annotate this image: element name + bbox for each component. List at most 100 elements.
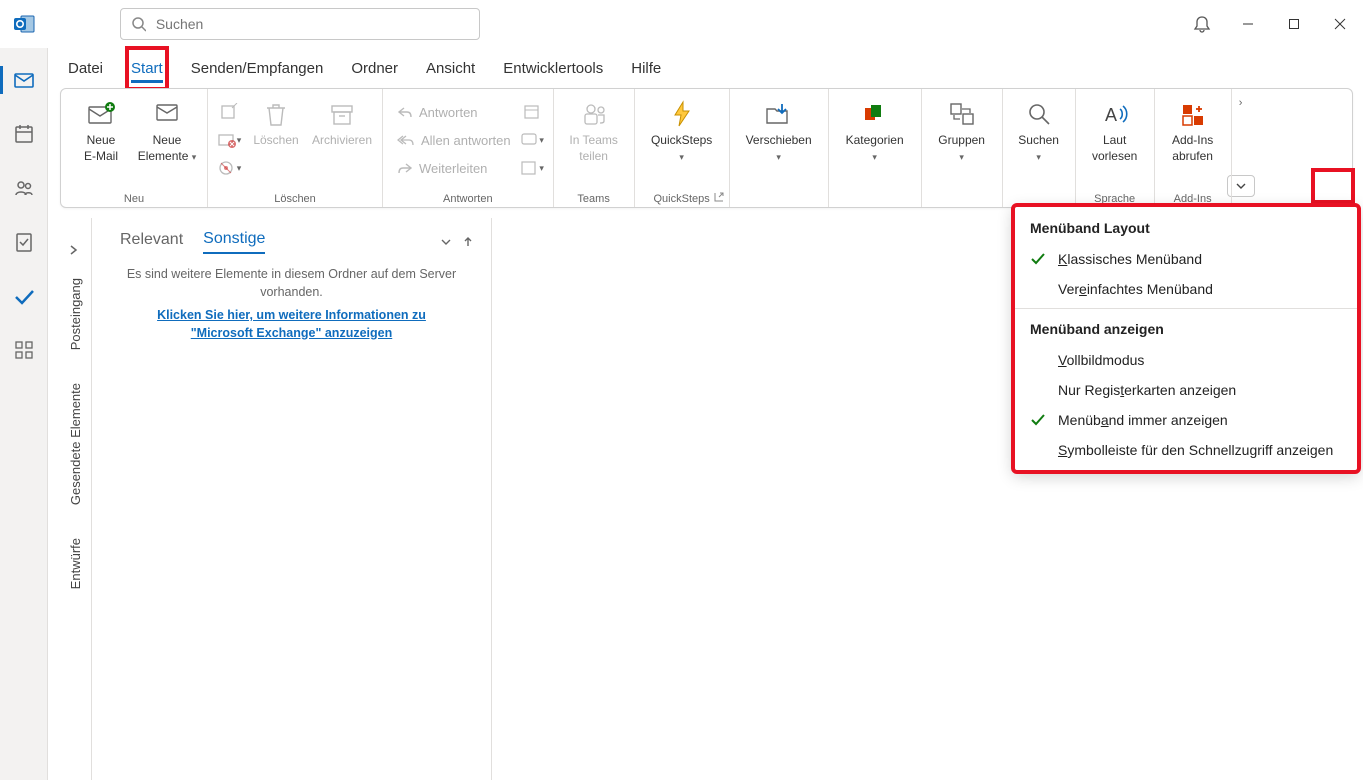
reply-icon [397,105,413,119]
verschieben-button[interactable]: Verschieben▾ [738,93,820,183]
nav-mail[interactable] [0,56,48,104]
ribbon-display-options-menu: Menüband Layout Klassisches Menüband Ver… [1013,205,1359,472]
search-box[interactable] [120,8,480,40]
search-input[interactable] [156,16,469,32]
check-icon [1030,252,1050,266]
reply-button[interactable]: Antworten [391,99,517,125]
delete-button[interactable]: Löschen [244,93,308,183]
archive-label: Archivieren [312,133,372,149]
tab-hilfe[interactable]: Hilfe [631,52,661,85]
archive-button[interactable]: Archivieren [310,93,374,183]
folder-drafts[interactable]: Entwürfe [68,538,83,589]
tab-ansicht[interactable]: Ansicht [426,52,475,85]
tab-start[interactable]: Start [131,52,163,85]
new-email-button[interactable]: Neue E-Mail [69,93,133,183]
verschieben-icon [764,97,794,131]
check-icon [1030,413,1050,427]
kategorien-button[interactable]: Kategorien▾ [837,93,913,183]
tab-ordner[interactable]: Ordner [351,52,398,85]
teams-icon [580,97,608,131]
tab-senden-empfangen[interactable]: Senden/Empfangen [191,52,324,85]
menu-item-tabs-only[interactable]: Nur Registerkarten anzeigen [1014,375,1358,405]
verschieben-label: Verschieben [746,133,812,147]
ribbon-group-kategorien: Kategorien▾ . [829,89,922,207]
search-icon [131,16,146,32]
folder-inbox[interactable]: Posteingang [68,278,83,350]
nav-tasks[interactable] [0,218,48,266]
gruppen-button[interactable]: Gruppen▾ [930,93,994,183]
ribbon-group-loeschen: ▾ ▾ Löschen Archivieren Löschen [208,89,383,207]
kategorien-icon [861,97,889,131]
menu-item-classic-ribbon[interactable]: Klassisches Menüband [1014,244,1358,274]
left-nav-rail [0,48,48,780]
new-email-icon [86,97,116,131]
menu-header-show: Menüband anzeigen [1014,313,1358,345]
cleanup-button[interactable]: ▾ [216,127,242,153]
expand-folders-button[interactable] [68,244,80,256]
ribbon-group-antworten: Antworten Allen antworten Weiterleiten ▾… [383,89,554,207]
tab-datei[interactable]: Datei [68,52,103,85]
minimize-button[interactable] [1225,0,1271,48]
filter-button[interactable] [439,235,453,249]
new-email-label: Neue E-Mail [84,133,118,164]
suchen-button[interactable]: Suchen▾ [1011,93,1067,183]
window-controls [1179,0,1363,48]
new-items-button[interactable]: Neue Elemente ▾ [135,93,199,183]
notifications-button[interactable] [1179,0,1225,48]
group-label-neu: Neu [124,191,144,205]
message-list-pane: Relevant Sonstige Es sind weitere Elemen… [92,218,492,780]
im-reply-button[interactable]: ▾ [519,127,545,153]
svg-text:A: A [1105,105,1117,125]
ribbon-group-quicksteps: QuickSteps▾ QuickSteps [635,89,730,207]
gruppen-label: Gruppen [938,133,985,147]
ribbon-group-neu: Neue E-Mail Neue Elemente ▾ Neu [61,89,208,207]
menu-item-simplified-ribbon[interactable]: Vereeinfachtes Menübandinfachtes Menüban… [1014,274,1358,304]
reply-all-icon [397,133,415,147]
share-teams-button[interactable]: In Teams teilen [562,93,626,183]
gruppen-icon [948,97,976,131]
ribbon-group-addins: Add-Ins abrufen Add-Ins [1155,89,1232,207]
sort-button[interactable] [461,235,475,249]
quicksteps-dialog-launcher[interactable] [713,191,725,203]
menu-item-fullscreen[interactable]: Vollbildmodus [1014,345,1358,375]
menu-item-show-qat[interactable]: Symbolleiste für den Schnellzugriff anze… [1014,435,1358,465]
server-info-text: Es sind weitere Elemente in diesem Ordne… [118,266,465,301]
ribbon-group-suchen: Suchen▾ . [1003,89,1076,207]
reply-all-button[interactable]: Allen antworten [391,127,517,153]
ribbon-group-sprache: A Laut vorlesen Sprache [1076,89,1155,207]
ribbon-scroll-right[interactable]: › [1239,97,1243,109]
ribbon-group-verschieben: Verschieben▾ . [730,89,829,207]
forward-icon [397,161,413,175]
suchen-label: Suchen [1018,133,1059,147]
ribbon-overflow: › [1232,89,1250,207]
ribbon-group-gruppen: Gruppen▾ . [922,89,1003,207]
menu-separator [1014,308,1358,309]
laut-vorlesen-button[interactable]: A Laut vorlesen [1084,93,1146,183]
delete-label: Löschen [253,133,298,149]
nav-calendar[interactable] [0,110,48,158]
group-label-addins: Add-Ins [1174,191,1212,205]
tab-relevant[interactable]: Relevant [120,231,183,253]
nav-more-apps[interactable] [0,326,48,374]
maximize-button[interactable] [1271,0,1317,48]
folder-sent[interactable]: Gesendete Elemente [68,383,83,505]
new-items-label: Neue Elemente [138,133,189,163]
tab-sonstige[interactable]: Sonstige [203,230,265,254]
nav-people[interactable] [0,164,48,212]
delete-icon [263,97,289,131]
nav-todo[interactable] [0,272,48,320]
addins-button[interactable]: Add-Ins abrufen [1163,93,1223,183]
group-label-sprache: Sprache [1094,191,1135,205]
tab-entwicklertools[interactable]: Entwicklertools [503,52,603,85]
meeting-reply-button[interactable] [519,99,545,125]
more-reply-button[interactable]: ▾ [519,155,545,181]
close-button[interactable] [1317,0,1363,48]
junk-button[interactable]: ▾ [216,155,242,181]
forward-button[interactable]: Weiterleiten [391,155,517,181]
group-label-loeschen: Löschen [274,191,316,205]
group-label-antworten: Antworten [443,191,493,205]
ignore-button[interactable] [216,99,242,125]
menu-item-always-show[interactable]: Menüband immer anzeigen [1014,405,1358,435]
quicksteps-button[interactable]: QuickSteps▾ [643,93,721,183]
exchange-info-link[interactable]: Klicken Sie hier, um weitere Information… [128,307,455,342]
